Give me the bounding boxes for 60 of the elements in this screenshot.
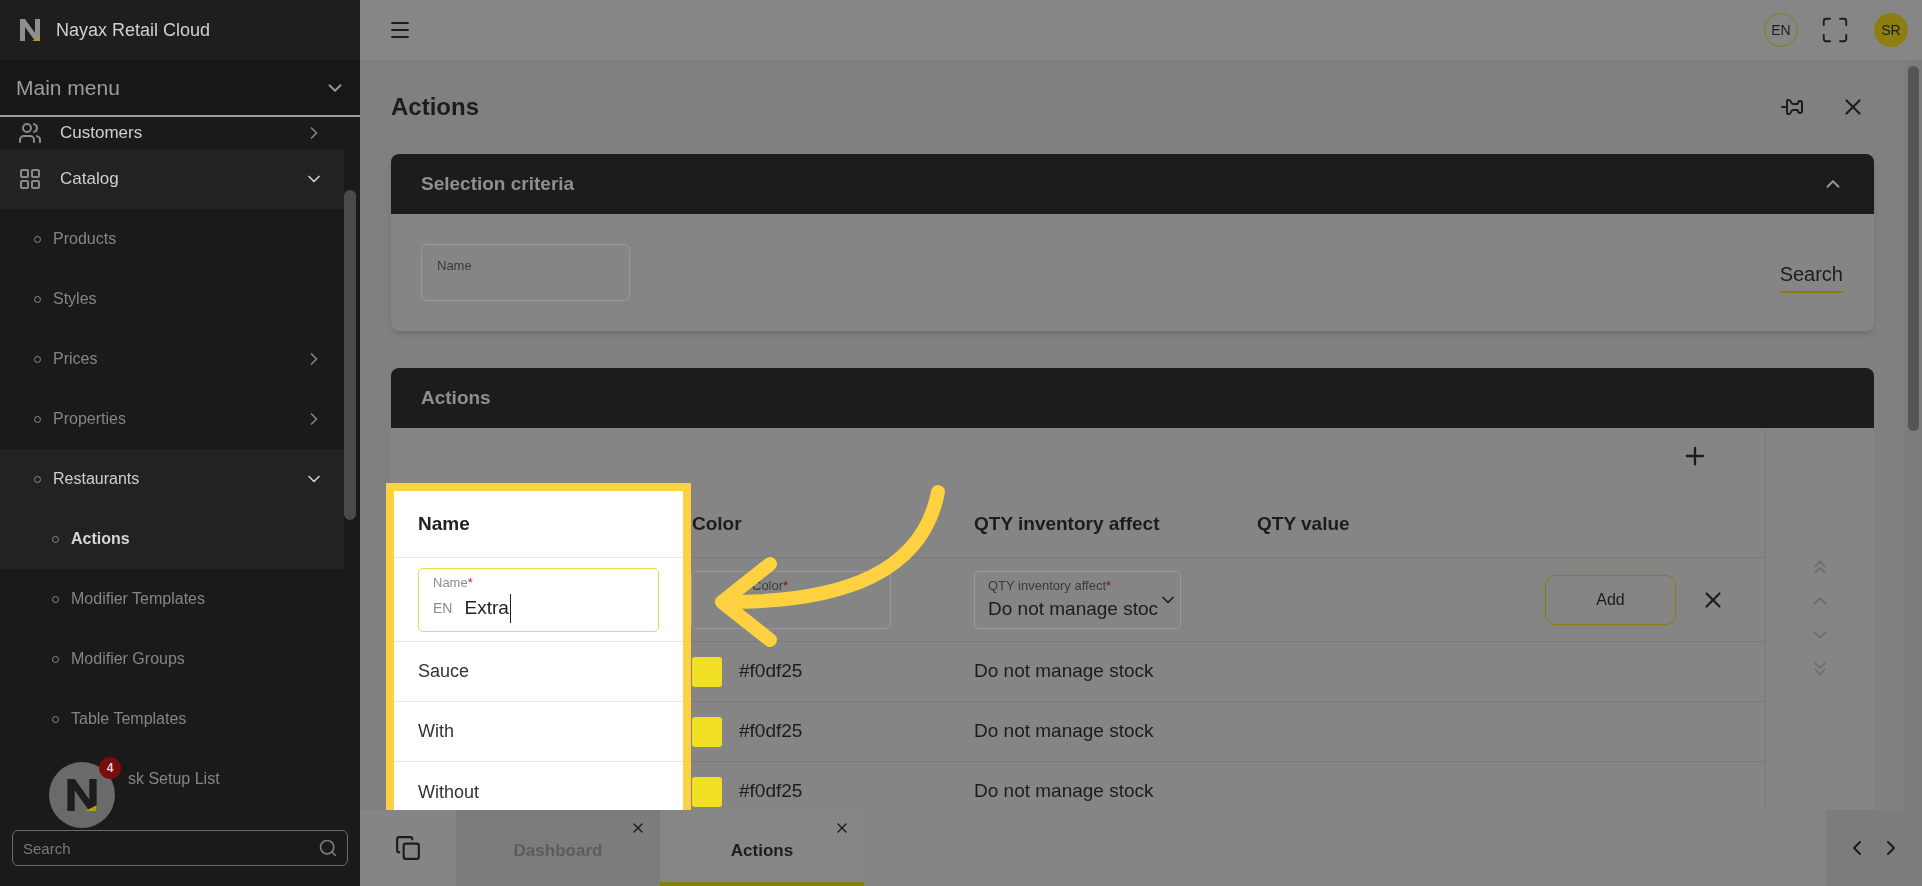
app-title: Nayax Retail Cloud bbox=[56, 18, 211, 42]
sidebar-item[interactable]: Modifier Groups bbox=[0, 629, 344, 689]
sidebar-item-label: Modifier Templates bbox=[71, 589, 206, 609]
sidebar-item-label: Properties bbox=[53, 409, 127, 429]
name-input[interactable]: Name* EN Extra bbox=[418, 567, 659, 632]
sidebar-item-label: Products bbox=[53, 229, 118, 249]
logo-icon bbox=[18, 17, 42, 43]
language-prefix: EN bbox=[433, 598, 453, 618]
sidebar-item[interactable]: Modifier Templates bbox=[0, 569, 344, 629]
table-cell-text: Do not manage stock bbox=[974, 719, 1155, 744]
field-label: Name* bbox=[433, 574, 473, 590]
card-header[interactable]: Selection criteria bbox=[391, 154, 1874, 214]
notification-badge: 4 bbox=[99, 757, 121, 779]
sidebar-item[interactable]: Table Templates bbox=[0, 689, 344, 749]
table-cell-text: #f0df25 bbox=[739, 659, 803, 684]
table-cell: Sauce bbox=[394, 642, 683, 702]
sidebar-group[interactable]: Customers bbox=[0, 117, 344, 149]
name-field[interactable]: Name bbox=[421, 244, 630, 301]
add-button[interactable]: Add bbox=[1545, 574, 1676, 625]
page-title: Actions bbox=[391, 92, 479, 122]
search-button[interactable]: Search bbox=[1779, 259, 1843, 293]
search-icon bbox=[318, 838, 338, 858]
sidebar-item-label: Actions bbox=[71, 529, 131, 549]
input-value: Extra bbox=[464, 594, 511, 623]
card-header: Actions bbox=[391, 368, 1874, 428]
sidebar-item[interactable]: Actions bbox=[0, 509, 344, 569]
table-cell-text: Do not manage stock bbox=[974, 659, 1155, 684]
qty-select[interactable]: QTY inventory affect* Do not manage stoc bbox=[974, 570, 1181, 629]
sidebar-item-label: Styles bbox=[53, 289, 98, 309]
windows-icon[interactable] bbox=[395, 835, 421, 861]
sidebar-item[interactable]: Products bbox=[0, 209, 344, 269]
column-header: QTY value bbox=[1257, 511, 1351, 536]
sidebar-item-label: Modifier Groups bbox=[71, 649, 186, 669]
sidebar-item[interactable]: sk Setup List bbox=[128, 749, 344, 809]
sidebar-item[interactable]: Prices bbox=[0, 329, 344, 389]
search-field[interactable]: Search bbox=[12, 830, 348, 866]
sidebar-item-label: sk Setup List bbox=[128, 769, 221, 789]
scrollbar[interactable] bbox=[1908, 66, 1919, 431]
table-cell: With bbox=[394, 702, 683, 762]
assistant-bubble[interactable] bbox=[49, 762, 115, 828]
table-cell-text: #f0df25 bbox=[739, 719, 803, 744]
column-header: Color bbox=[691, 511, 743, 536]
sidebar-item-label: Table Templates bbox=[71, 709, 188, 729]
grid-icon bbox=[18, 167, 42, 191]
sidebar-item[interactable]: Properties bbox=[0, 389, 344, 449]
sidebar-item-label: Prices bbox=[53, 349, 99, 369]
table-cell-text: Without bbox=[417, 780, 481, 804]
fullscreen-icon[interactable] bbox=[1820, 15, 1850, 45]
logo-icon bbox=[64, 776, 100, 814]
user-avatar[interactable]: SR bbox=[1874, 13, 1908, 47]
sidebar-item[interactable]: Styles bbox=[0, 269, 344, 329]
column-header: Name bbox=[394, 491, 683, 558]
sidebar-item-label: Restaurants bbox=[53, 469, 141, 489]
table-cell-text: #f0df25 bbox=[739, 779, 803, 804]
column-header: QTY inventory affect bbox=[974, 511, 1161, 536]
sidebar-group[interactable]: Catalog bbox=[0, 149, 344, 209]
scrollbar[interactable] bbox=[344, 190, 356, 520]
table-cell-text: Do not manage stock bbox=[974, 779, 1155, 804]
people-icon bbox=[18, 121, 42, 145]
sidebar-item[interactable]: Restaurants bbox=[0, 449, 344, 509]
